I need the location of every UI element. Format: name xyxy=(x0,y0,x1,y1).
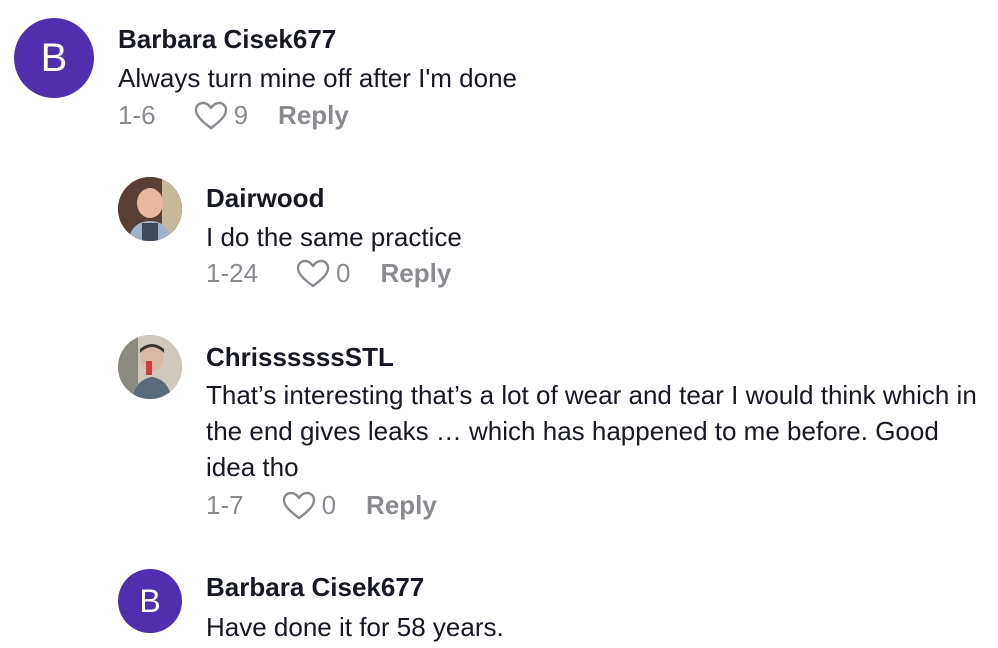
comment-meta: 1-24 0 Reply xyxy=(206,258,451,289)
comment-date: 1-6 xyxy=(118,100,156,130)
avatar[interactable] xyxy=(118,335,182,399)
avatar-letter: B xyxy=(40,35,68,80)
reply-button[interactable]: Reply xyxy=(278,100,349,131)
comment-text: I do the same practice xyxy=(206,222,462,252)
avatar[interactable]: B xyxy=(14,18,94,98)
like-count: 0 xyxy=(336,258,351,288)
heart-icon xyxy=(296,259,330,287)
comment-username[interactable]: ChrissssssSTL xyxy=(206,342,394,373)
comment-reply: Dairwood I do the same practice 1-24 0 R… xyxy=(0,150,998,310)
comment-username[interactable]: Barbara Cisek677 xyxy=(118,24,336,55)
comment-text: Have done it for 58 years. xyxy=(206,612,504,642)
comment-meta: 1-7 0 Reply xyxy=(206,490,437,521)
like-button[interactable]: 0 xyxy=(282,490,336,521)
reply-button[interactable]: Reply xyxy=(381,258,452,289)
comment-reply: B Barbara Cisek677 Have done it for 58 y… xyxy=(0,555,998,648)
profile-photo-icon xyxy=(118,335,182,399)
avatar[interactable]: B xyxy=(118,569,182,633)
heart-icon xyxy=(282,491,315,519)
comment: B Barbara Cisek677 Always turn mine off … xyxy=(0,0,998,150)
avatar[interactable] xyxy=(118,177,182,241)
avatar-letter: B xyxy=(139,582,161,619)
profile-photo-icon xyxy=(118,177,182,241)
like-count: 0 xyxy=(321,490,337,520)
comment-reply: ChrissssssSTL That’s interesting that’s … xyxy=(0,320,998,550)
comment-date: 1-7 xyxy=(206,490,244,520)
reply-button[interactable]: Reply xyxy=(366,490,437,521)
comment-username[interactable]: Dairwood xyxy=(206,183,324,214)
comment-meta: 1-6 9 Reply xyxy=(118,100,349,131)
like-count: 9 xyxy=(233,100,249,130)
like-button[interactable]: 9 xyxy=(194,100,248,131)
like-button[interactable]: 0 xyxy=(296,258,351,289)
comment-text: Always turn mine off after I'm done xyxy=(118,63,518,93)
comment-username[interactable]: Barbara Cisek677 xyxy=(206,572,424,603)
heart-icon xyxy=(194,101,227,129)
comment-date: 1-24 xyxy=(206,258,259,288)
comment-text: That’s interesting that’s a lot of wear … xyxy=(206,380,977,482)
